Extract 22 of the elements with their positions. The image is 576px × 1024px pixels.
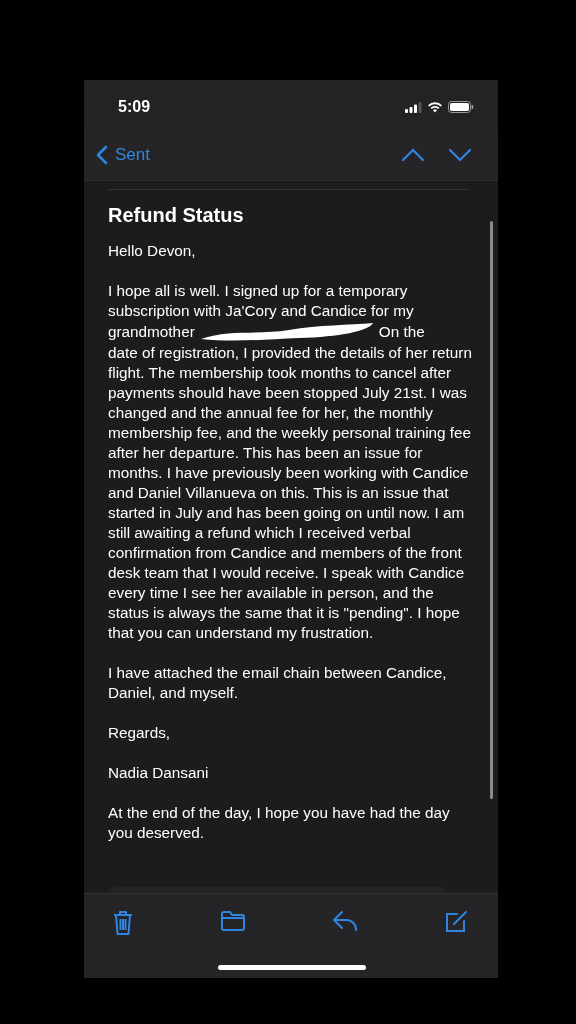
wifi-icon [427,101,443,113]
email-paragraph: Regards, [108,723,172,743]
next-message-icon[interactable] [448,148,472,162]
email-paragraph: I have attached the email chain between Candice, Daniel, and myself. [108,663,448,703]
email-paragraph: At the end of the day, I hope you have had the day you deserved. [108,803,451,843]
trash-icon[interactable] [112,910,134,936]
email-paragraph: grandmother [108,322,195,342]
previous-message-icon[interactable] [401,148,425,162]
signal-icon [405,101,422,113]
folder-icon[interactable] [220,910,246,932]
email-subject: Refund Status [108,204,245,227]
email-paragraph: Nadia Dansani [108,763,210,783]
reply-icon[interactable] [332,910,358,932]
compose-icon[interactable] [444,910,468,934]
scrollbar[interactable] [490,221,493,799]
email-paragraph: On the [378,322,425,342]
back-chevron-icon [96,145,108,165]
email-paragraph: Hello Devon, [108,241,197,261]
email-paragraph: date of registration, I provided the details of her return flight. The membership took months to cancel after payments should have been stopped July 21st. I was changed and the annual fee for her, the monthly membership fee, and the weekly personal training fee after her departure. This has been an issue for months. I have previously been working with Candice and Daniel Villanueva on this. This is an issue that started in July and has been going on until now. I am still awaiting a refund which I received verbal confirmation from Candice and members of the front desk team that I would receive. I speak with Candice every time I see her available in person, and the status is always the same that it is "pending". I hope that you can understand my frustration. [108,343,473,643]
battery-icon [448,101,474,113]
status-time: 5:09 [118,98,151,116]
back-button[interactable]: Sent [96,145,150,165]
